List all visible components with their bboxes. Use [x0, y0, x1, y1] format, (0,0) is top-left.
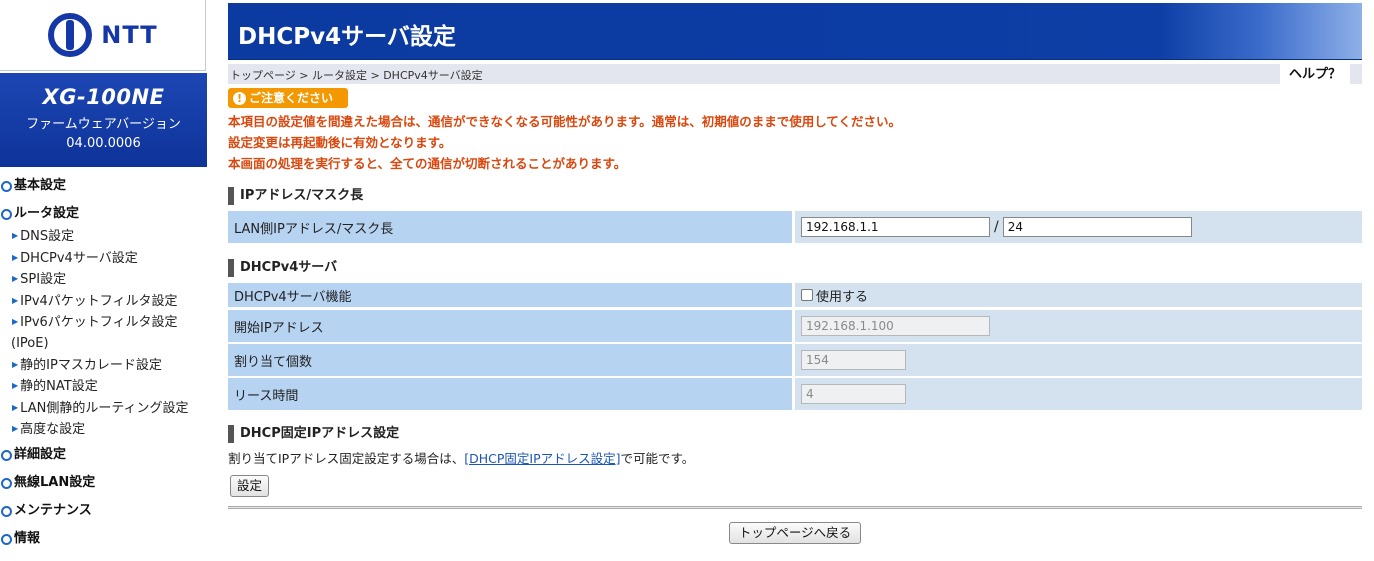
- allocation-count-input[interactable]: [801, 350, 906, 370]
- ring-bullet-icon: [1, 505, 12, 517]
- submenu-lan-static-routing[interactable]: ▶ LAN側静的ルーティング設定: [0, 398, 207, 420]
- submenu-label: DNS設定: [20, 229, 75, 244]
- submenu-label: 静的IPマスカレード設定: [20, 357, 162, 373]
- logo-text: NTT: [101, 21, 158, 49]
- triangle-bullet-icon: ▶: [12, 317, 19, 327]
- caution-line-3: 本画面の処理を実行すると、全ての通信が切断されることがあります。: [228, 156, 627, 171]
- submenu-label: SPI設定: [20, 272, 67, 288]
- submenu-label-cont: (IPoE): [11, 335, 49, 351]
- menu-wlan-settings[interactable]: 無線LAN設定: [0, 473, 207, 501]
- triangle-bullet-icon: ▶: [12, 252, 19, 262]
- menu-basic-settings[interactable]: 基本設定: [0, 176, 207, 204]
- menu-label: 詳細設定: [14, 446, 67, 462]
- dhcp-function-value-cell: 使用する: [795, 283, 1362, 307]
- mask-length-input[interactable]: [1002, 217, 1192, 237]
- firmware-version: 04.00.0006: [66, 136, 141, 151]
- ring-bullet-icon: [1, 477, 12, 489]
- triangle-bullet-icon: ▶: [12, 231, 19, 240]
- lease-time-input[interactable]: [801, 384, 906, 404]
- ntt-logo-mark-icon: [48, 13, 93, 57]
- back-to-top-button[interactable]: トップページへ戻る: [729, 522, 861, 544]
- caution-line-2: 設定変更は再起動後に有効となります。: [228, 135, 452, 150]
- allocation-count-label: 割り当て個数: [228, 344, 792, 376]
- submenu-label: 高度な設定: [20, 422, 86, 438]
- row-start-ip: 開始IPアドレス: [228, 310, 1362, 342]
- triangle-bullet-icon: ▶: [12, 274, 19, 284]
- ring-bullet-icon: [1, 209, 12, 220]
- menu-label: 情報: [14, 530, 41, 546]
- lease-time-value-cell: [795, 378, 1362, 410]
- fixed-ip-desc-after: で可能です。: [620, 451, 695, 466]
- section-title-fixed-ip: DHCP固定IPアドレス設定: [228, 425, 399, 443]
- breadcrumb: トップページ > ルータ設定 > DHCPv4サーバ設定: [230, 69, 483, 82]
- lan-ip-input[interactable]: [801, 217, 990, 237]
- use-dhcp-label[interactable]: 使用する: [816, 286, 868, 305]
- submenu-spi[interactable]: ▶ SPI設定: [0, 269, 207, 291]
- submenu-static-nat[interactable]: ▶ 静的NAT設定: [0, 376, 207, 398]
- menu-info[interactable]: 情報: [0, 529, 207, 557]
- fixed-ip-desc-before: 割り当てIPアドレス固定設定する場合は、: [228, 451, 465, 466]
- settings-button[interactable]: 設定: [230, 475, 269, 497]
- ring-bullet-icon: [1, 181, 12, 192]
- fixed-ip-description: 割り当てIPアドレス固定設定する場合は、[DHCP固定IPアドレス設定]で可能で…: [228, 448, 694, 467]
- submenu-label: IPv6パケットフィルタ設定: [20, 315, 178, 331]
- sidebar-menu: 基本設定 ルータ設定 ▶ DNS設定 ▶ DHCPv4サーバ設定 ▶ SPI設定 ▶ I…: [0, 176, 207, 557]
- sidebar: NTT XG-100NE ファームウェアバージョン 04.00.0006 基本設…: [0, 0, 207, 561]
- menu-label: ルータ設定: [14, 206, 80, 221]
- use-dhcp-checkbox[interactable]: [801, 289, 813, 301]
- page-title: DHCPv4サーバ設定: [238, 24, 456, 50]
- caution-badge-label: ご注意ください: [249, 91, 334, 105]
- submenu-dns[interactable]: ▶ DNS設定: [0, 226, 207, 248]
- start-ip-value-cell: [795, 310, 1362, 342]
- submenu-dhcpv4[interactable]: ▶ DHCPv4サーバ設定: [0, 248, 207, 270]
- menu-label: メンテナンス: [14, 502, 92, 518]
- ntt-logo: NTT: [0, 0, 206, 71]
- menu-label: 無線LAN設定: [14, 474, 96, 490]
- caution-line-1: 本項目の設定値を間違えた場合は、通信ができなくなる可能性があります。通常は、初期…: [228, 114, 902, 129]
- submenu-label: IPv4パケットフィルタ設定: [20, 293, 178, 309]
- dhcp-function-label: DHCPv4サーバ機能: [228, 283, 792, 307]
- submenu-label: DHCPv4サーバ設定: [20, 250, 138, 266]
- section-title-ip: IPアドレス/マスク長: [228, 187, 363, 205]
- caution-badge: ! ご注意ください: [228, 88, 348, 108]
- menu-maintenance[interactable]: メンテナンス: [0, 501, 207, 529]
- page-header: DHCPv4サーバ設定: [228, 3, 1362, 60]
- row-allocation-count: 割り当て個数: [228, 344, 1362, 376]
- submenu-label: 静的NAT設定: [20, 379, 98, 395]
- submenu-label: LAN側静的ルーティング設定: [20, 400, 189, 416]
- triangle-bullet-icon: ▶: [12, 381, 19, 391]
- router-submenu: ▶ DNS設定 ▶ DHCPv4サーバ設定 ▶ SPI設定 ▶ IPv4パケットフィルタ…: [0, 226, 207, 441]
- start-ip-label: 開始IPアドレス: [228, 310, 792, 342]
- ring-bullet-icon: [1, 449, 12, 461]
- start-ip-input[interactable]: [801, 316, 990, 336]
- model-info: XG-100NE ファームウェアバージョン 04.00.0006: [0, 73, 207, 167]
- submenu-advanced[interactable]: ▶ 高度な設定: [0, 419, 207, 441]
- breadcrumb-bar: トップページ > ルータ設定 > DHCPv4サーバ設定 ヘルプ？: [228, 64, 1362, 84]
- row-lease-time: リース時間: [228, 378, 1362, 410]
- lan-ip-value-cell: /: [795, 211, 1362, 243]
- menu-detail-settings[interactable]: 詳細設定: [0, 445, 207, 473]
- divider: [228, 506, 1362, 509]
- section-title-dhcp: DHCPv4サーバ: [228, 259, 337, 277]
- submenu-static-masquerade[interactable]: ▶ 静的IPマスカレード設定: [0, 355, 207, 377]
- submenu-ipv4-filter[interactable]: ▶ IPv4パケットフィルタ設定: [0, 291, 207, 313]
- triangle-bullet-icon: ▶: [12, 295, 19, 305]
- fixed-ip-settings-link[interactable]: [DHCP固定IPアドレス設定]: [464, 451, 620, 466]
- exclamation-icon: !: [233, 91, 246, 105]
- allocation-count-value-cell: [795, 344, 1362, 376]
- submenu-ipv6-filter[interactable]: ▶ IPv6パケットフィルタ設定 (IPoE): [0, 312, 207, 354]
- firmware-label: ファームウェアバージョン: [26, 117, 181, 132]
- model-name: XG-100NE: [42, 85, 165, 109]
- lan-ip-label: LAN側IPアドレス/マスク長: [228, 211, 792, 243]
- lease-time-label: リース時間: [228, 378, 792, 410]
- slash-separator: /: [994, 219, 999, 235]
- triangle-bullet-icon: ▶: [12, 359, 19, 369]
- help-link[interactable]: ヘルプ？: [1280, 64, 1350, 84]
- triangle-bullet-icon: ▶: [12, 402, 19, 412]
- menu-label: 基本設定: [14, 178, 67, 193]
- row-lan-ip: LAN側IPアドレス/マスク長 /: [228, 211, 1362, 243]
- row-dhcp-function: DHCPv4サーバ機能 使用する: [228, 283, 1362, 307]
- triangle-bullet-icon: ▶: [12, 424, 19, 434]
- ring-bullet-icon: [1, 533, 12, 545]
